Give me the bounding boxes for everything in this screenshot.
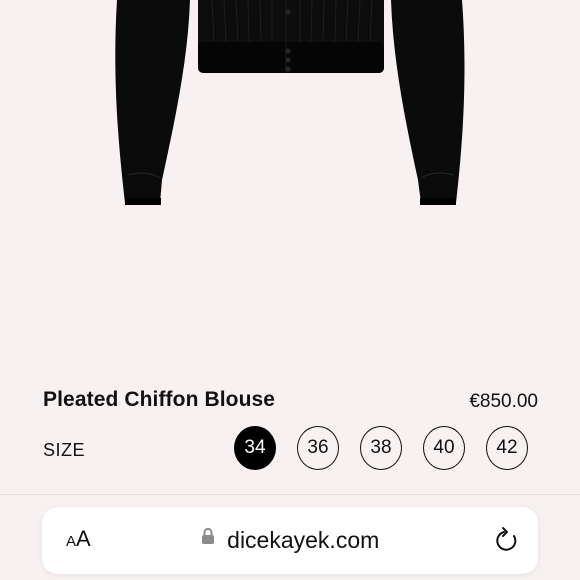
- size-option-36[interactable]: 36: [297, 426, 339, 470]
- size-option-42[interactable]: 42: [486, 426, 528, 470]
- left-sleeve: [115, 0, 190, 203]
- size-selector: 34 36 38 40 42: [234, 426, 528, 470]
- reload-icon[interactable]: [494, 526, 520, 559]
- product-page: Pleated Chiffon Blouse €850.00 SIZE 34 3…: [0, 0, 580, 580]
- lock-icon: [201, 527, 215, 550]
- size-label: SIZE: [43, 440, 86, 460]
- size-option-34[interactable]: 34: [234, 426, 276, 470]
- size-option-38[interactable]: 38: [360, 426, 402, 470]
- url-display[interactable]: dicekayek.com: [42, 527, 538, 554]
- product-price: €850.00: [469, 391, 538, 412]
- address-bar[interactable]: AA dicekayek.com: [42, 507, 538, 574]
- size-option-40[interactable]: 40: [423, 426, 465, 470]
- url-text: dicekayek.com: [227, 527, 380, 553]
- product-image[interactable]: [0, 0, 580, 370]
- right-sleeve: [391, 0, 465, 203]
- product-title: Pleated Chiffon Blouse: [43, 388, 276, 411]
